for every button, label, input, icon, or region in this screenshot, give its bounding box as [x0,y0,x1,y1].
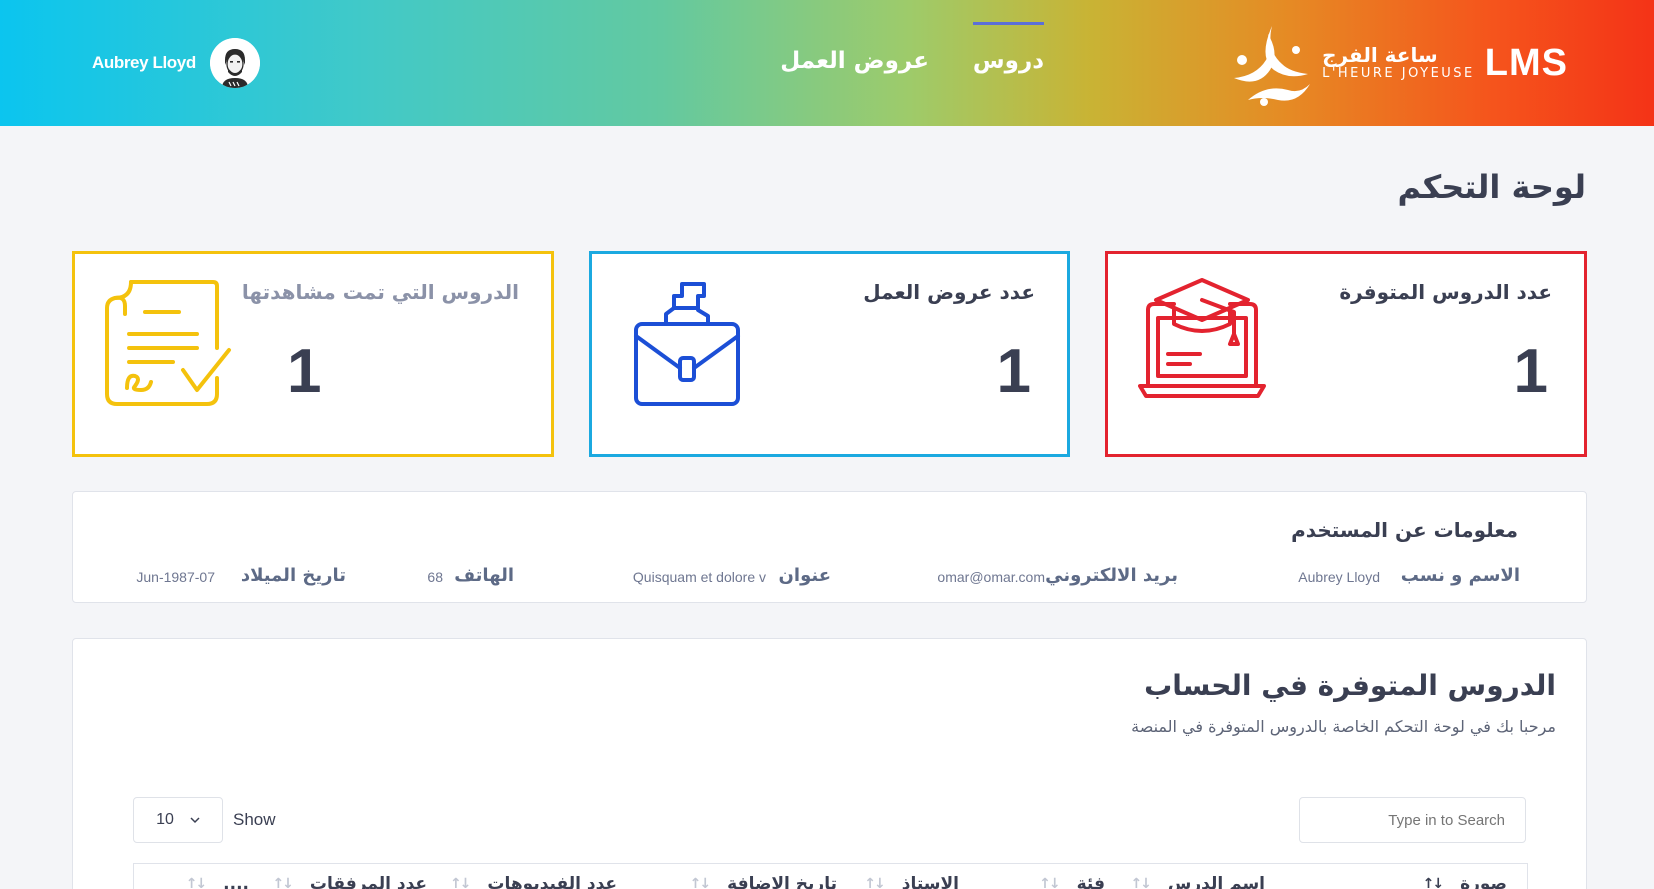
nav-item-lessons[interactable]: دروس [972,22,1045,74]
stat-value: 1 [1513,337,1548,406]
page-length-control: 10 Show [133,797,276,843]
field-label-address: عنوان [778,565,831,586]
field-value-address: Quisquam et dolore v [632,569,766,585]
user-name[interactable]: Aubrey Lloyd [92,53,196,73]
show-label: Show [233,810,276,829]
courses-panel: الدروس المتوفرة في الحساب مرحبا بك في لو… [72,638,1587,889]
stat-value: 1 [287,337,322,406]
sort-icon: ↑↓ [272,876,294,889]
field-label-name: الاسم و نسب [1400,565,1520,586]
field-label-email: بريد الالكتروني [1045,565,1178,586]
sort-icon: ↑↓ [1422,876,1445,889]
column-header-teacher[interactable]: الاستاذ ↑↓ [864,874,959,889]
stat-label: عدد عروض العمل [863,280,1035,304]
stat-label: الدروس التي تمت مشاهدتها [241,280,519,304]
courses-subtitle: مرحبا بك في لوحة التحكم الخاصة بالدروس ا… [1131,717,1556,736]
column-header-actions[interactable]: .... ↑↓ [186,874,249,889]
logo-french-text: L'HEURE JOYEUSE [1322,66,1475,81]
page-title: لوحة التحكم [1397,168,1587,206]
courses-title: الدروس المتوفرة في الحساب [1144,669,1556,702]
sort-icon: ↑↓ [185,876,208,889]
search-input[interactable] [1299,797,1526,843]
sort-icon: ↑↓ [689,876,712,889]
user-menu[interactable]: Aubrey Lloyd [92,38,260,88]
top-header: Aubrey Lloyd دروس عروض العمل ساعة الفرج … [0,0,1654,126]
user-info-row: الاسم و نسب Aubrey Lloyd بريد الالكتروني… [0,565,1654,591]
field-label-birthdate: تاريخ الميلاد [240,565,346,586]
stat-label: عدد الدروس المتوفرة [1339,280,1552,304]
page-length-select[interactable]: 10 [133,797,223,843]
field-value-email: omar@omar.com [937,569,1045,585]
stat-card-courses: عدد الدروس المتوفرة 1 [1105,251,1587,457]
stat-card-watched: الدروس التي تمت مشاهدتها 1 [72,251,554,457]
logo[interactable]: ساعة الفرج L'HEURE JOYEUSE LMS [1226,20,1568,106]
sort-icon: ↑↓ [864,876,886,889]
column-header-date-added[interactable]: تاريخ الاضافة ↑↓ [690,874,837,889]
column-header-image[interactable]: صورة ↑↓ [1423,874,1507,889]
field-value-birthdate: Jun-1987-07 [136,569,215,585]
sort-icon: ↑↓ [1130,876,1152,889]
nav-item-job-offers[interactable]: عروض العمل [780,48,929,74]
field-label-phone: الهاتف [454,565,514,586]
briefcase-icon [634,282,740,406]
column-header-course-name[interactable]: اسم الدرس ↑↓ [1130,874,1265,889]
column-header-category[interactable]: فئة ↑↓ [1039,874,1105,889]
page-length-value: 10 [156,811,174,828]
field-value-name: Aubrey Lloyd [1298,569,1380,585]
user-info-title: معلومات عن المستخدم [1291,518,1518,542]
column-header-videos-count[interactable]: عدد الفيديوهات ↑↓ [450,874,617,889]
column-header-attachments-count[interactable]: عدد المرفقات ↑↓ [272,874,427,889]
logo-arabic-text: ساعة الفرج [1322,43,1438,67]
avatar[interactable] [209,38,260,88]
stat-card-job-offers: عدد عروض العمل 1 [589,251,1070,457]
sort-icon: ↑↓ [1039,876,1061,889]
certificate-icon [105,280,231,406]
graduation-laptop-icon [1138,278,1266,398]
logo-lms-text: LMS [1484,41,1568,84]
chevron-down-icon [190,817,200,824]
main-nav: دروس عروض العمل [780,22,1045,74]
courses-table-header: صورة ↑↓ اسم الدرس ↑↓ فئة ↑↓ الاستاذ ↑↓ ت… [133,863,1528,889]
stat-value: 1 [996,337,1031,406]
logo-mark-icon [1234,26,1311,106]
sort-icon: ↑↓ [449,876,472,889]
field-value-phone: 68 [427,569,443,585]
